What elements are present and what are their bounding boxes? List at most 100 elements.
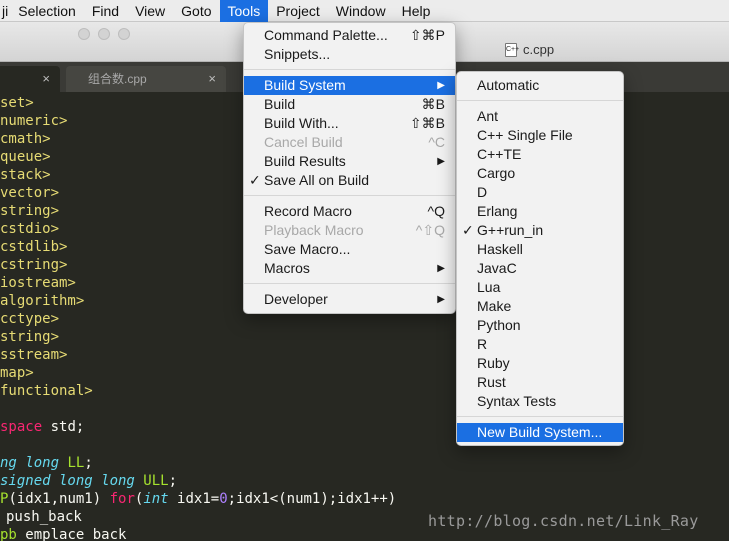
menu-item-label: Save All on Build: [264, 172, 370, 188]
shortcut-label: ⌘B: [421, 96, 445, 112]
window-title-text: c.cpp: [523, 42, 555, 57]
code-token: space: [0, 419, 43, 435]
menu-project[interactable]: Project: [268, 0, 328, 22]
build-option-new-build-system[interactable]: New Build System...: [457, 423, 623, 442]
submenu-arrow-icon: ▶: [437, 263, 445, 274]
code-line: map>: [0, 365, 34, 381]
menu-item-save-macro[interactable]: Save Macro...: [244, 240, 455, 259]
menu-item-label: Cargo: [477, 165, 516, 181]
build-option-automatic[interactable]: Automatic: [457, 76, 623, 95]
build-option-haskell[interactable]: Haskell: [457, 240, 623, 259]
close-icon[interactable]: ×: [42, 66, 50, 92]
menu-item-build-results[interactable]: Build Results ▶: [244, 152, 455, 171]
submenu-arrow-icon: ▶: [437, 80, 445, 91]
menu-item-label: R: [477, 336, 488, 352]
menu-item-label: Ant: [477, 108, 499, 124]
code-line-define: push_back: [6, 508, 82, 526]
menu-item-label: G++run_in: [477, 222, 544, 238]
menu-help[interactable]: Help: [394, 0, 439, 22]
build-option-javac[interactable]: JavaC: [457, 259, 623, 278]
code-token: long: [16, 455, 60, 471]
code-token: (idx1,num1): [8, 491, 110, 507]
minimize-window-button[interactable]: [98, 28, 110, 40]
menu-item-save-all-on-build[interactable]: ✓ Save All on Build: [244, 171, 455, 190]
menu-item-label: Rust: [477, 374, 506, 390]
build-option-cargo[interactable]: Cargo: [457, 164, 623, 183]
code-line: algorithm>: [0, 293, 85, 309]
close-window-button[interactable]: [78, 28, 90, 40]
build-option-cppte[interactable]: C++TE: [457, 145, 623, 164]
menu-item-label: Haskell: [477, 241, 523, 257]
zoom-window-button[interactable]: [118, 28, 130, 40]
code-line: functional>: [0, 383, 93, 399]
code-token: int: [143, 491, 169, 507]
code-token: std;: [42, 419, 85, 435]
code-token: pb: [0, 527, 17, 541]
menu-item-build[interactable]: Build ⌘B: [244, 95, 455, 114]
build-option-python[interactable]: Python: [457, 316, 623, 335]
menu-separator: [244, 283, 455, 284]
tools-menu: Command Palette... ⇧⌘P Snippets... Build …: [243, 22, 456, 314]
build-option-r[interactable]: R: [457, 335, 623, 354]
code-line: stack>: [0, 167, 51, 183]
code-line: cstdio>: [0, 221, 60, 237]
menu-item-build-system[interactable]: Build System ▶: [244, 76, 455, 95]
code-line: sstream>: [0, 347, 68, 363]
cpp-file-icon: C++: [505, 42, 519, 57]
tab-current[interactable]: ×: [0, 66, 60, 92]
menu-selection[interactable]: Selection: [10, 0, 84, 22]
menu-goto[interactable]: Goto: [173, 0, 219, 22]
shortcut-label: ^C: [428, 134, 445, 150]
menu-separator: [457, 416, 623, 417]
code-line-typedef: signed long long ULL;: [0, 472, 177, 490]
code-token: idx1=: [168, 491, 220, 507]
shortcut-label: ⇧⌘B: [409, 115, 445, 131]
menu-item-label: Record Macro: [264, 203, 352, 219]
code-line-typedef: ng long LL;: [0, 454, 93, 472]
menu-item-build-with[interactable]: Build With... ⇧⌘B: [244, 114, 455, 133]
build-option-syntax-tests[interactable]: Syntax Tests: [457, 392, 623, 411]
checkmark-icon: ✓: [462, 222, 474, 238]
code-line: cstdlib>: [0, 239, 68, 255]
menu-window[interactable]: Window: [328, 0, 394, 22]
build-option-rust[interactable]: Rust: [457, 373, 623, 392]
build-option-ruby[interactable]: Ruby: [457, 354, 623, 373]
code-token: ULL: [134, 473, 169, 489]
menu-find[interactable]: Find: [84, 0, 127, 22]
code-token: for: [109, 491, 135, 507]
build-option-make[interactable]: Make: [457, 297, 623, 316]
code-token: 0: [219, 491, 228, 507]
menu-item-record-macro[interactable]: Record Macro ^Q: [244, 202, 455, 221]
build-system-submenu: Automatic Ant C++ Single File C++TE Carg…: [456, 71, 624, 446]
menu-item-label: C++ Single File: [477, 127, 573, 143]
menu-item-developer[interactable]: Developer ▶: [244, 290, 455, 309]
build-option-ant[interactable]: Ant: [457, 107, 623, 126]
build-option-d[interactable]: D: [457, 183, 623, 202]
code-token: LL: [59, 455, 85, 471]
build-option-gpp-run-in[interactable]: ✓ G++run_in: [457, 221, 623, 240]
shortcut-label: ^⇧Q: [415, 222, 445, 238]
menu-item-label: C++TE: [477, 146, 522, 162]
code-token: emplace_back: [25, 527, 127, 541]
build-option-lua[interactable]: Lua: [457, 278, 623, 297]
menu-item-snippets[interactable]: Snippets...: [244, 45, 455, 64]
menu-item-label: Ruby: [477, 355, 510, 371]
code-token: long long: [50, 473, 135, 489]
menu-item-label: Build: [264, 96, 296, 112]
close-icon[interactable]: ×: [208, 66, 216, 92]
menu-item-command-palette[interactable]: Command Palette... ⇧⌘P: [244, 26, 455, 45]
menu-tools[interactable]: Tools: [219, 0, 269, 22]
code-line: cmath>: [0, 131, 51, 147]
build-option-erlang[interactable]: Erlang: [457, 202, 623, 221]
menu-bar: ji Selection Find View Goto Tools Projec…: [0, 0, 729, 22]
menu-edit-partial[interactable]: ji: [0, 0, 10, 22]
build-option-cpp-single-file[interactable]: C++ Single File: [457, 126, 623, 145]
tab-zuheshu[interactable]: 组合数.cpp ×: [66, 66, 226, 92]
menu-separator: [457, 100, 623, 101]
menu-item-label: New Build System...: [477, 424, 603, 440]
code-line: string>: [0, 329, 60, 345]
code-token: ;idx1<(num1);idx1++): [227, 491, 397, 507]
menu-item-macros[interactable]: Macros ▶: [244, 259, 455, 278]
menu-view[interactable]: View: [127, 0, 173, 22]
shortcut-label: ⇧⌘P: [409, 27, 445, 43]
